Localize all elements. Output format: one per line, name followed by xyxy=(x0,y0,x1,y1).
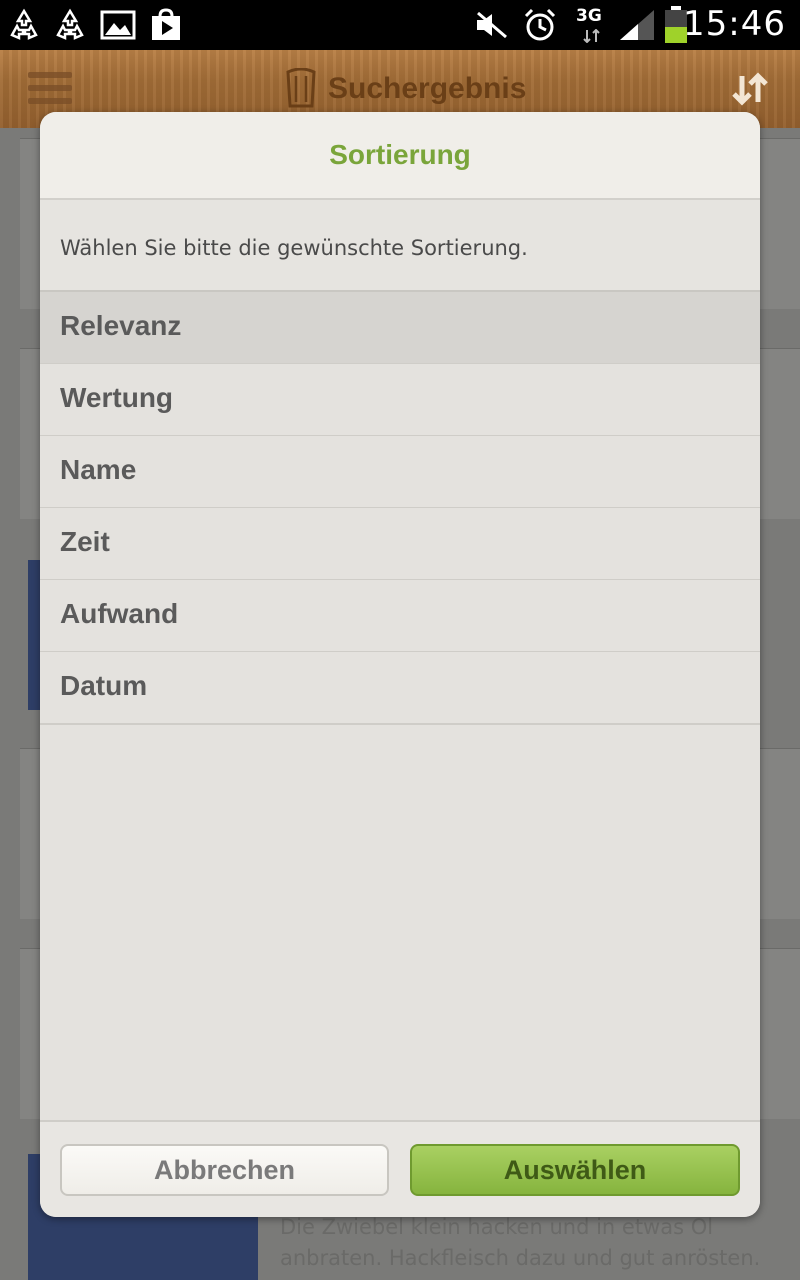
data-transfer-icon xyxy=(576,28,612,44)
network-type-label: 3G xyxy=(576,6,602,26)
play-store-icon xyxy=(148,8,184,42)
dialog-title: Sortierung xyxy=(329,139,471,170)
sort-option-relevanz[interactable]: Relevanz xyxy=(40,292,760,365)
menu-icon[interactable] xyxy=(28,72,72,106)
dialog-header: Sortierung xyxy=(40,112,760,200)
status-time: 15:46 xyxy=(683,4,786,44)
sort-option-label: Zeit xyxy=(60,526,110,557)
image-icon xyxy=(100,8,136,42)
recycle-icon xyxy=(6,8,42,42)
sort-option-zeit[interactable]: Zeit xyxy=(40,508,760,581)
page-title: Suchergebnis xyxy=(328,72,527,105)
mute-icon xyxy=(474,8,510,42)
sort-option-label: Name xyxy=(60,454,137,485)
status-bar: 3G 15:46 xyxy=(0,0,800,50)
alarm-icon xyxy=(522,8,558,42)
select-button[interactable]: Auswählen xyxy=(410,1144,740,1196)
sort-option-datum[interactable]: Datum xyxy=(40,652,760,725)
sort-option-wertung[interactable]: Wertung xyxy=(40,364,760,437)
dialog-message: Wählen Sie bitte die gewünschte Sortieru… xyxy=(40,200,760,292)
recipe-description: Die Zwiebel klein hacken und in etwas Öl… xyxy=(280,1215,761,1270)
sort-option-label: Wertung xyxy=(60,382,174,413)
sort-option-label: Aufwand xyxy=(60,598,179,629)
sort-option-label: Datum xyxy=(60,670,148,701)
recycle-icon xyxy=(52,8,88,42)
cancel-button[interactable]: Abbrechen xyxy=(60,1144,389,1196)
sort-dialog: Sortierung Wählen Sie bitte die gewünsch… xyxy=(40,112,760,1217)
chef-hat-icon xyxy=(286,68,316,108)
action-bar-title: Suchergebnis xyxy=(284,66,526,112)
sort-option-aufwand[interactable]: Aufwand xyxy=(40,580,760,653)
sort-icon[interactable] xyxy=(730,72,770,106)
dialog-footer: Abbrechen Auswählen xyxy=(40,1120,760,1217)
sort-option-label: Relevanz xyxy=(60,310,182,341)
signal-icon xyxy=(618,8,656,42)
sort-option-name[interactable]: Name xyxy=(40,436,760,509)
